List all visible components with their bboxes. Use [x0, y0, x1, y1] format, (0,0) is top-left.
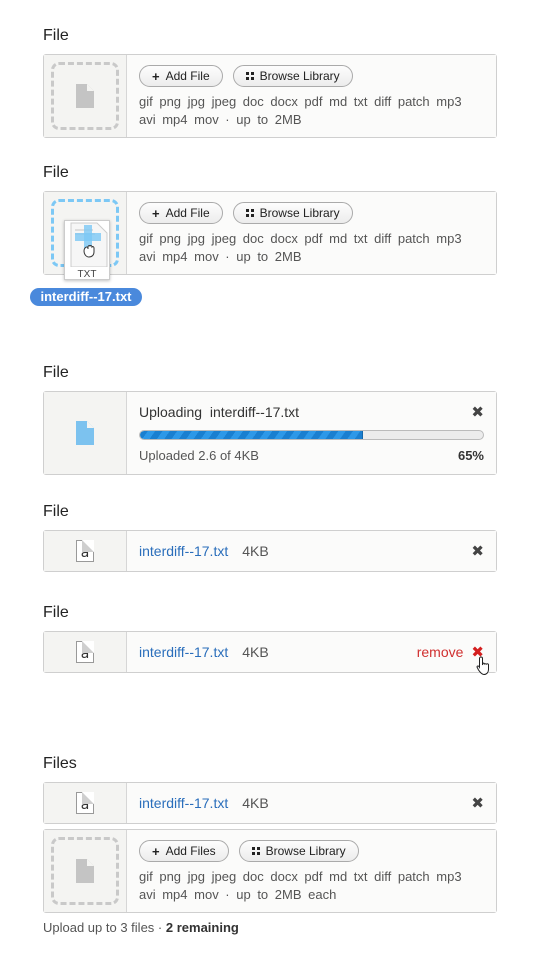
thumbnail: a	[44, 632, 127, 672]
file-field-uploaded: File a interdiff--17.txt 4KB ✖	[43, 502, 497, 572]
field-label: File	[43, 27, 69, 44]
add-files-label: Add Files	[165, 844, 216, 858]
plus-icon: +	[152, 843, 160, 859]
formats-line: avi mp4 mov · up to 2MB	[139, 112, 302, 127]
file-field-uploading: File Uploading interdiff--17.txt ✖ Uploa…	[43, 363, 497, 475]
text-doc-icon: a	[76, 540, 94, 562]
add-file-label: Add File	[165, 69, 210, 83]
field-label: File	[43, 503, 69, 520]
text-doc-icon: a	[76, 641, 94, 663]
field-label: File	[43, 164, 69, 181]
dropzone[interactable]: TXT interdiff--17.txt + Add File Browse L…	[30, 191, 497, 306]
field-label: File	[43, 604, 69, 621]
file-row: a interdiff--17.txt 4KB remove ✖	[43, 631, 497, 676]
browse-library-button[interactable]: Browse Library	[232, 202, 353, 224]
progress-bar	[139, 430, 484, 440]
remove-button[interactable]: remove ✖	[417, 643, 484, 661]
formats-line: gif png jpg jpeg doc docx pdf md txt dif…	[139, 94, 462, 109]
allowed-formats: gif png jpg jpeg doc docx pdf md txt dif…	[139, 868, 484, 904]
progress-fill	[140, 431, 363, 439]
plus-icon: +	[152, 68, 160, 84]
dropzone[interactable]: + Add File Browse Library gif png jpg jpe…	[43, 54, 497, 138]
field-label: File	[43, 364, 69, 381]
thumbnail: a	[44, 531, 127, 571]
formats-line: gif png jpg jpeg doc docx pdf md txt dif…	[139, 231, 462, 246]
field-label: Files	[43, 755, 77, 772]
files-field-multiple: Files a interdiff--17.txt 4KB ✖ + Add Fil…	[43, 754, 497, 935]
allowed-formats: gif png jpg jpeg doc docx pdf md txt dif…	[139, 230, 484, 266]
formats-line: avi mp4 mov · up to 2MB each	[139, 887, 337, 902]
allowed-formats: gif png jpg jpeg doc docx pdf md txt dif…	[139, 93, 484, 129]
file-link[interactable]: interdiff--17.txt	[139, 795, 228, 811]
file-field-dragging: File TXT interdiff--17.txt + Add File Bro…	[30, 163, 497, 306]
upload-limit-footer: Upload up to 3 files · 2 remaining	[43, 920, 497, 935]
grid-icon	[245, 72, 254, 80]
txt-file-icon	[70, 222, 108, 268]
file-icon	[76, 859, 94, 883]
uploading-file-name: interdiff--17.txt	[209, 404, 300, 420]
browse-library-button[interactable]: Browse Library	[232, 65, 353, 87]
file-icon	[76, 421, 94, 445]
thumbnail	[44, 55, 127, 137]
browse-library-label: Browse Library	[259, 206, 340, 220]
separator: ·	[157, 920, 163, 935]
upload-limit: Upload up to 3 files	[43, 920, 155, 935]
file-row: a interdiff--17.txt 4KB ✖	[43, 530, 497, 572]
file-size: 4KB	[242, 543, 269, 559]
remove-icon[interactable]: ✖	[471, 542, 484, 560]
upload-box: Uploading interdiff--17.txt ✖ Uploaded 2…	[43, 391, 497, 475]
text-doc-icon: a	[76, 792, 94, 814]
browse-library-label: Browse Library	[265, 844, 346, 858]
file-field-empty: File + Add File Browse Library gif png jp…	[43, 26, 497, 138]
add-file-label: Add File	[165, 206, 210, 220]
add-file-button[interactable]: + Add File	[139, 202, 223, 224]
thumbnail: a	[44, 783, 127, 823]
plus-icon: +	[152, 205, 160, 221]
dragged-file[interactable]: TXT	[64, 220, 110, 280]
formats-line: avi mp4 mov · up to 2MB	[139, 249, 302, 264]
remove-icon[interactable]: ✖	[471, 794, 484, 812]
add-files-button[interactable]: + Add Files	[139, 840, 229, 862]
browse-library-button[interactable]: Browse Library	[238, 840, 359, 862]
file-field-remove-hover: File a interdiff--17.txt 4KB remove ✖	[43, 603, 497, 676]
file-size: 4KB	[242, 795, 269, 811]
formats-line: gif png jpg jpeg doc docx pdf md txt dif…	[139, 869, 462, 884]
remaining-count: 2 remaining	[165, 920, 239, 935]
dragged-file-name: interdiff--17.txt	[30, 288, 142, 306]
upload-status: Uploaded 2.6 of 4KB	[139, 448, 259, 463]
file-link[interactable]: interdiff--17.txt	[139, 644, 228, 660]
file-size: 4KB	[242, 644, 269, 660]
grid-icon	[251, 847, 260, 855]
thumbnail: TXT interdiff--17.txt	[30, 192, 142, 306]
progress-percent: 65%	[457, 448, 484, 463]
dropzone[interactable]: + Add Files Browse Library gif png jpg jp…	[43, 829, 497, 913]
file-icon	[76, 84, 94, 108]
thumbnail	[44, 830, 127, 912]
grid-icon	[245, 209, 254, 217]
cancel-upload-icon[interactable]: ✖	[471, 403, 484, 421]
remove-label: remove	[416, 644, 464, 660]
hand-cursor-icon	[476, 656, 489, 676]
drop-target[interactable]	[51, 62, 119, 130]
browse-library-label: Browse Library	[259, 69, 340, 83]
uploading-prefix: Uploading	[139, 404, 203, 420]
file-type-label: TXT	[77, 269, 97, 280]
thumbnail	[44, 392, 127, 474]
file-row: a interdiff--17.txt 4KB ✖	[43, 782, 497, 824]
drop-target[interactable]	[51, 837, 119, 905]
add-file-button[interactable]: + Add File	[139, 65, 223, 87]
file-link[interactable]: interdiff--17.txt	[139, 543, 228, 559]
